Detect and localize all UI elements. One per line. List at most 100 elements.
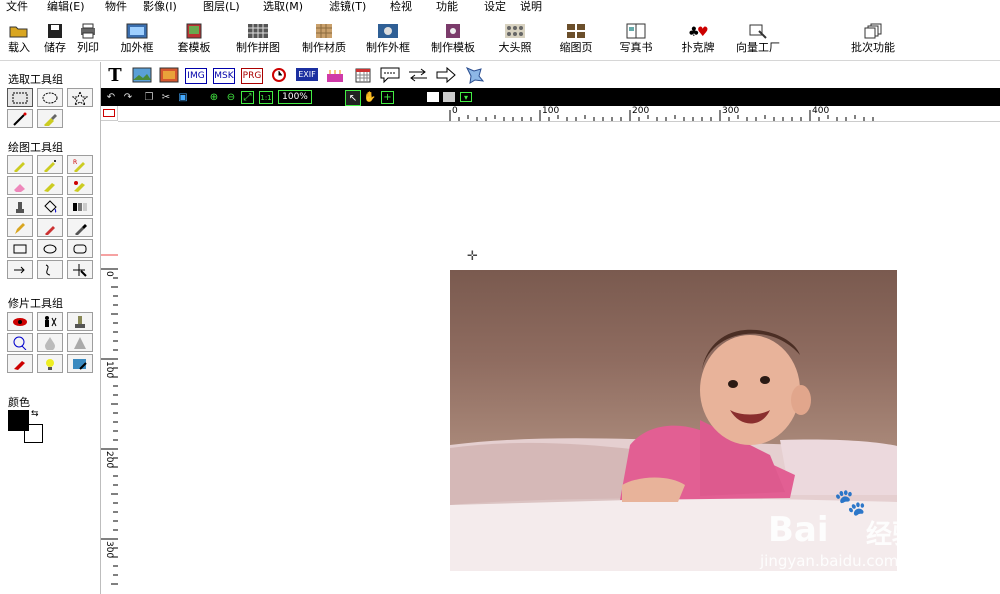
fill-tool[interactable] <box>37 197 63 216</box>
cut-icon[interactable]: ✂ <box>159 90 173 104</box>
copy-icon[interactable]: ❐ <box>142 90 156 104</box>
rectangle-tool[interactable] <box>7 239 33 258</box>
double-arrow-button[interactable] <box>407 65 429 85</box>
menu-object[interactable]: 物件 <box>105 0 127 13</box>
magnify-select-tool[interactable] <box>7 333 33 352</box>
fit-window-icon[interactable]: ⤢ <box>241 91 254 104</box>
menu-settings[interactable]: 设定 <box>484 0 506 13</box>
red-eye-tool[interactable] <box>7 312 33 331</box>
menu-function[interactable]: 功能 <box>436 0 458 13</box>
ellipse-select-tool[interactable] <box>37 88 63 107</box>
rect-select-tool[interactable] <box>7 88 33 107</box>
save-button[interactable]: 储存 <box>40 20 70 60</box>
gray-swatch-icon[interactable] <box>443 92 455 102</box>
clock-object-button[interactable] <box>268 65 290 85</box>
eyedropper-tool[interactable] <box>67 218 93 237</box>
color-replace-tool[interactable] <box>67 176 93 195</box>
airbrush-tool[interactable] <box>37 155 63 174</box>
cutout-tool[interactable] <box>37 312 63 331</box>
make-material-button[interactable]: 制作材质 <box>296 20 352 60</box>
pen-tool[interactable] <box>7 155 33 174</box>
id-photo-button[interactable]: 大头照 <box>494 20 536 60</box>
cake-object-button[interactable] <box>324 65 346 85</box>
print-button[interactable]: 列印 <box>73 20 103 60</box>
marker-tool[interactable] <box>37 218 63 237</box>
pencil-tool[interactable] <box>7 218 33 237</box>
arrow-shape-button[interactable] <box>435 65 457 85</box>
photo-adjust-tool[interactable] <box>67 354 93 373</box>
menu-edit[interactable]: 编辑(E) <box>47 0 85 13</box>
foreground-color-swatch[interactable] <box>8 410 29 431</box>
menu-select[interactable]: 选取(M) <box>263 0 303 13</box>
menu-image[interactable]: 影像(I) <box>143 0 177 13</box>
calendar-icon <box>355 68 371 83</box>
select-brush-tool[interactable] <box>37 109 63 128</box>
curve-tool[interactable] <box>37 260 63 279</box>
zoom-out-icon[interactable]: ⊖ <box>224 90 238 104</box>
make-frame-button[interactable]: 制作外框 <box>360 20 416 60</box>
insert-frame-photo-button[interactable] <box>158 65 180 85</box>
menu-help[interactable]: 说明 <box>520 0 542 13</box>
eyedropper-icon <box>75 223 87 235</box>
vector-factory-button[interactable]: 向量工厂 <box>730 20 786 60</box>
line-tool[interactable] <box>7 260 33 279</box>
menu-layer[interactable]: 图层(L) <box>203 0 240 13</box>
img-object-button[interactable]: IMG <box>185 68 207 84</box>
zoom-in-icon[interactable]: ⊕ <box>207 90 221 104</box>
text-tool[interactable]: T <box>104 65 126 86</box>
rounded-rect-tool[interactable] <box>67 239 93 258</box>
book-icon <box>626 23 646 39</box>
eraser-tool[interactable] <box>7 176 33 195</box>
gradient-tool[interactable] <box>67 197 93 216</box>
ellipse-icon <box>43 244 57 253</box>
smudge-tool[interactable] <box>37 176 63 195</box>
blur-tool[interactable] <box>37 333 63 352</box>
red-brush-tool[interactable] <box>7 354 33 373</box>
dodge-tool[interactable] <box>37 354 63 373</box>
mask-object-button[interactable]: MSK <box>213 68 235 84</box>
ellipse-marquee-icon <box>42 92 58 103</box>
poker-card-button[interactable]: ♣ ♥ 扑克牌 <box>677 20 719 60</box>
swatch-dropdown-icon[interactable]: ▾ <box>460 92 472 102</box>
hand-pan-icon[interactable]: ✋ <box>363 90 377 104</box>
actual-size-icon[interactable]: 1:1 <box>259 91 273 104</box>
menu-file[interactable]: 文件 <box>6 0 28 13</box>
load-button[interactable]: 载入 <box>4 20 34 60</box>
make-template-button[interactable]: 制作模板 <box>425 20 481 60</box>
lasso-select-tool[interactable] <box>67 88 93 107</box>
tool-palette: 选取工具组 绘图工具组 R 修片工具组 颜色 ⇆ <box>0 62 101 594</box>
batch-function-button[interactable]: 批次功能 <box>845 20 901 60</box>
thumbnail-page-button[interactable]: 缩图页 <box>555 20 597 60</box>
zoom-level[interactable]: 100% <box>278 90 312 104</box>
swap-colors-icon[interactable]: ⇆ <box>31 409 39 419</box>
sharpen-tool[interactable] <box>67 333 93 352</box>
photo-book-button[interactable]: 写真书 <box>615 20 657 60</box>
menu-filter[interactable]: 滤镜(T) <box>329 0 366 13</box>
calendar-object-button[interactable] <box>352 65 374 85</box>
pencil-thin-icon <box>15 222 25 234</box>
star-shape-button[interactable] <box>463 65 485 85</box>
crosshair-icon[interactable]: + <box>381 91 394 104</box>
paste-icon[interactable]: ▣ <box>176 90 190 104</box>
insert-image-button[interactable] <box>131 65 153 85</box>
save-label: 储存 <box>44 41 66 54</box>
magic-wand-tool[interactable] <box>7 109 33 128</box>
clone-stamp-tool[interactable] <box>67 312 93 331</box>
white-swatch-icon[interactable] <box>427 92 439 102</box>
ellipse-tool[interactable] <box>37 239 63 258</box>
stamp-tool[interactable] <box>7 197 33 216</box>
redo-icon[interactable]: ↷ <box>121 90 135 104</box>
pointer-icon[interactable]: ↖ <box>345 90 361 106</box>
prg-object-button[interactable]: PRG <box>241 68 263 84</box>
landscape-photo-icon <box>132 67 152 83</box>
exif-button[interactable]: EXIF <box>296 68 318 81</box>
speech-bubble-button[interactable] <box>379 65 401 85</box>
photo-object[interactable]: Bai 🐾 经验 <box>450 270 897 571</box>
move-tool[interactable] <box>67 260 93 279</box>
undo-icon[interactable]: ↶ <box>104 90 118 104</box>
apply-template-button[interactable]: 套模板 <box>173 20 215 60</box>
add-frame-button[interactable]: 加外框 <box>116 20 158 60</box>
menu-view[interactable]: 检视 <box>390 0 412 13</box>
make-puzzle-button[interactable]: 制作拼图 <box>230 20 286 60</box>
color-brush-tool[interactable]: R <box>67 155 93 174</box>
